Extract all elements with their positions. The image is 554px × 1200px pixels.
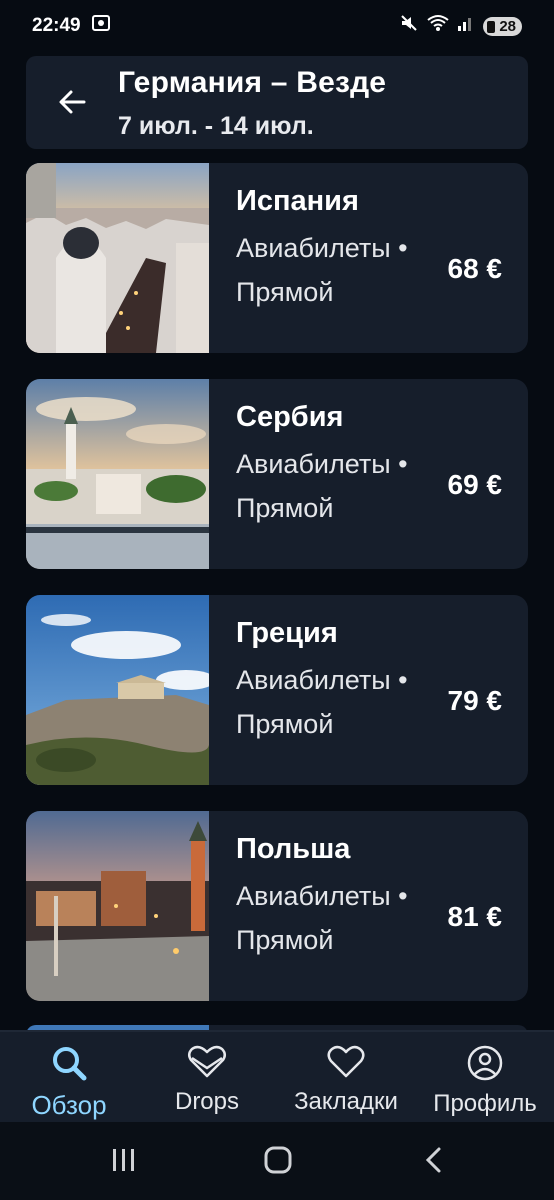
result-card-greece[interactable]: Греция Авиабилеты • Прямой 79 € [26, 595, 528, 785]
search-icon [53, 1047, 87, 1081]
back-button[interactable] [54, 84, 90, 120]
trip-type: Авиабилеты • [236, 665, 408, 695]
destination-name: Испания [236, 185, 359, 217]
nav-explore[interactable]: Обзор [0, 1044, 138, 1124]
system-navigation-bar [0, 1122, 554, 1200]
price: 68 € [447, 253, 503, 284]
stops-info: Прямой [236, 277, 334, 307]
recent-apps-button[interactable] [110, 1146, 138, 1179]
search-header[interactable]: Германия – Везде 7 июл. - 14 июл. [26, 56, 528, 149]
wifi-icon [427, 14, 449, 38]
nav-bookmarks-label: Закладки [294, 1088, 398, 1115]
destination-photo [26, 163, 209, 353]
screenshot-icon [91, 13, 111, 39]
destination-photo [26, 595, 209, 785]
route-title: Германия – Везде [118, 66, 387, 99]
price: 79 € [447, 685, 503, 716]
stops-info: Прямой [236, 709, 334, 739]
nav-profile[interactable]: Профиль [416, 1044, 554, 1124]
trip-type: Авиабилеты • [236, 449, 408, 479]
result-card-poland[interactable]: Польша Авиабилеты • Прямой 81 € [26, 811, 528, 1001]
result-card-spain[interactable]: Испания Авиабилеты • Прямой 68 € [26, 163, 528, 353]
nav-drops-label: Drops [174, 1088, 240, 1115]
nav-drops[interactable]: Drops [138, 1044, 276, 1124]
result-card-serbia[interactable]: Сербия Авиабилеты • Прямой 69 € [26, 379, 528, 569]
trip-type: Авиабилеты • [236, 881, 408, 911]
recent-apps-icon [113, 1149, 134, 1171]
price: 81 € [447, 901, 503, 932]
heart-icon [327, 1045, 365, 1078]
back-nav-button[interactable] [420, 1146, 448, 1179]
nav-bookmarks[interactable]: Закладки [277, 1044, 415, 1124]
heart-drops-icon [188, 1045, 226, 1078]
destination-name: Греция [236, 617, 338, 649]
signal-icon [457, 14, 475, 38]
status-time: 22:49 [32, 15, 81, 36]
stops-info: Прямой [236, 493, 334, 523]
chevron-left-icon [425, 1147, 441, 1173]
bottom-navigation: Обзор Drops Закладки Профиль [0, 1030, 554, 1122]
stops-info: Прямой [236, 925, 334, 955]
destination-photo [26, 379, 209, 569]
nav-profile-label: Профиль [433, 1090, 537, 1117]
status-bar: 22:49 28 [0, 0, 554, 52]
arrow-left-icon [59, 90, 86, 114]
profile-icon [467, 1045, 503, 1081]
destination-name: Польша [236, 833, 351, 865]
price: 69 € [447, 469, 503, 500]
nav-explore-label: Обзор [31, 1090, 107, 1120]
battery-indicator: 28 [483, 16, 522, 36]
destination-name: Сербия [236, 401, 344, 433]
home-icon [264, 1146, 292, 1174]
home-button[interactable] [264, 1146, 292, 1179]
mute-icon [399, 13, 419, 39]
trip-type: Авиабилеты • [236, 233, 408, 263]
route-dates: 7 июл. - 14 июл. [118, 112, 314, 140]
destination-photo [26, 811, 209, 1001]
